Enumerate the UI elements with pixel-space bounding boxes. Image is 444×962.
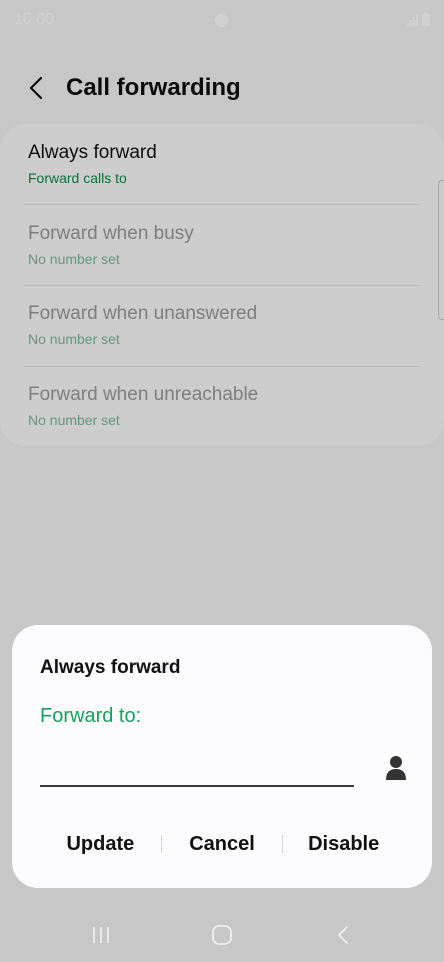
navigation-bar: [0, 908, 444, 962]
recents-icon: [92, 927, 109, 943]
back-icon: [338, 926, 349, 944]
person-icon: [386, 756, 406, 780]
cancel-button[interactable]: Cancel: [162, 825, 283, 863]
contact-picker-button[interactable]: [382, 753, 410, 783]
nav-back-button[interactable]: [313, 915, 373, 955]
disable-button[interactable]: Disable: [283, 825, 404, 863]
home-icon: [212, 925, 232, 945]
dialog-actions: Update Cancel Disable: [40, 825, 404, 863]
home-button[interactable]: [192, 915, 252, 955]
always-forward-dialog: Always forward Forward to: Update Cancel…: [12, 625, 432, 888]
update-button[interactable]: Update: [40, 825, 161, 863]
dialog-title: Always forward: [40, 657, 181, 678]
recents-button[interactable]: [71, 915, 131, 955]
forward-number-input[interactable]: [40, 753, 354, 787]
forward-to-label: Forward to:: [40, 705, 142, 727]
